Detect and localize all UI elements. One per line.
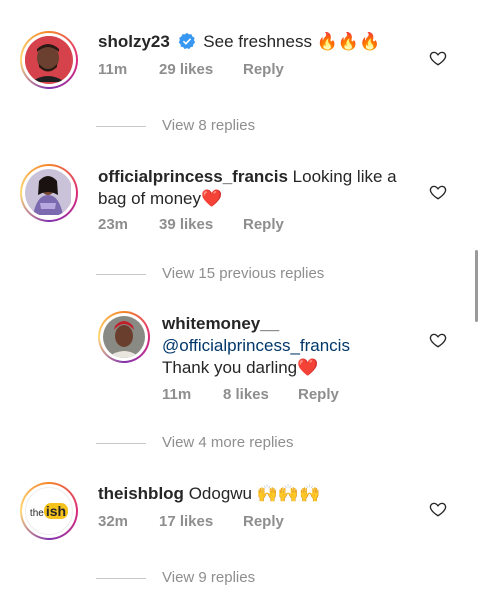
reply-text: Thank you darling❤️ xyxy=(162,358,319,377)
scrollbar[interactable] xyxy=(475,250,478,322)
comment-likes[interactable]: 29 likes xyxy=(159,61,213,78)
comment-time: 11m xyxy=(98,61,128,78)
verified-badge-icon xyxy=(178,32,195,50)
heart-outline-icon[interactable] xyxy=(429,49,447,67)
comment-meta: 11m 29 likes Reply xyxy=(98,61,298,81)
avatar-theishblog[interactable]: the ish xyxy=(20,482,78,540)
avatar-image xyxy=(25,36,71,82)
heart-outline-icon[interactable] xyxy=(429,500,447,518)
reply-button[interactable]: Reply xyxy=(298,386,339,403)
reply-divider-line xyxy=(96,274,146,275)
reply-button[interactable]: Reply xyxy=(243,216,284,233)
avatar-image xyxy=(25,169,71,215)
reply-meta: 11m 8 likes Reply xyxy=(162,386,362,406)
avatar-whitemoney[interactable] xyxy=(98,311,150,363)
view-replies-label: View 8 replies xyxy=(162,117,256,134)
comment-likes[interactable]: 17 likes xyxy=(159,513,213,530)
heart-outline-icon[interactable] xyxy=(429,183,447,201)
comment-username[interactable]: theishblog xyxy=(98,484,184,503)
reply-divider-line xyxy=(96,443,146,444)
comment-time: 32m xyxy=(98,513,129,530)
comment-sholzy23: sholzy23 See freshness 🔥🔥🔥 xyxy=(98,31,380,53)
view-replies-label: View 4 more replies xyxy=(162,434,294,451)
comment-text-continued: bag of money❤️ xyxy=(98,189,223,208)
view-replies-label: View 15 previous replies xyxy=(162,265,325,282)
comment-text: Looking like a xyxy=(292,167,397,186)
comment-username[interactable]: officialprincess_francis xyxy=(98,167,288,186)
reply-button[interactable]: Reply xyxy=(243,513,284,530)
avatar-image xyxy=(103,316,145,358)
reply-divider-line xyxy=(96,578,146,579)
view-previous-replies-button[interactable]: View 15 previous replies xyxy=(96,265,356,285)
avatar-sholzy23[interactable] xyxy=(20,31,78,89)
reply-button[interactable]: Reply xyxy=(243,61,284,78)
reply-username[interactable]: whitemoney__ xyxy=(162,314,279,333)
reply-mention-link[interactable]: @officialprincess_francis xyxy=(162,336,350,355)
heart-outline-icon[interactable] xyxy=(429,331,447,349)
comment-likes[interactable]: 39 likes xyxy=(159,216,213,233)
view-more-replies-button[interactable]: View 4 more replies xyxy=(96,434,356,454)
comment-username[interactable]: sholzy23 xyxy=(98,32,170,51)
reply-time: 11m xyxy=(162,386,192,403)
reply-divider-line xyxy=(96,126,146,127)
reply-likes[interactable]: 8 likes xyxy=(223,386,269,403)
theish-logo: the ish xyxy=(26,503,72,521)
reply-whitemoney: whitemoney__ @officialprincess_francis T… xyxy=(162,313,422,379)
comment-text: Odogwu 🙌🙌🙌 xyxy=(188,484,321,503)
logo-text-the: the xyxy=(29,508,44,519)
comment-time: 23m xyxy=(98,216,129,233)
comment-meta: 32m 17 likes Reply xyxy=(98,513,298,533)
view-replies-label: View 9 replies xyxy=(162,569,256,586)
comment-text: See freshness 🔥🔥🔥 xyxy=(203,32,381,51)
comment-officialprincess-francis: officialprincess_francis Looking like a … xyxy=(98,166,418,210)
comment-meta: 23m 39 likes Reply xyxy=(98,216,298,236)
view-replies-button[interactable]: View 9 replies xyxy=(96,569,346,589)
comment-theishblog: theishblog Odogwu 🙌🙌🙌 xyxy=(98,483,320,505)
avatar-officialprincess-francis[interactable] xyxy=(20,164,78,222)
view-replies-button[interactable]: View 8 replies xyxy=(96,117,346,137)
logo-text-ish: ish xyxy=(43,503,69,519)
